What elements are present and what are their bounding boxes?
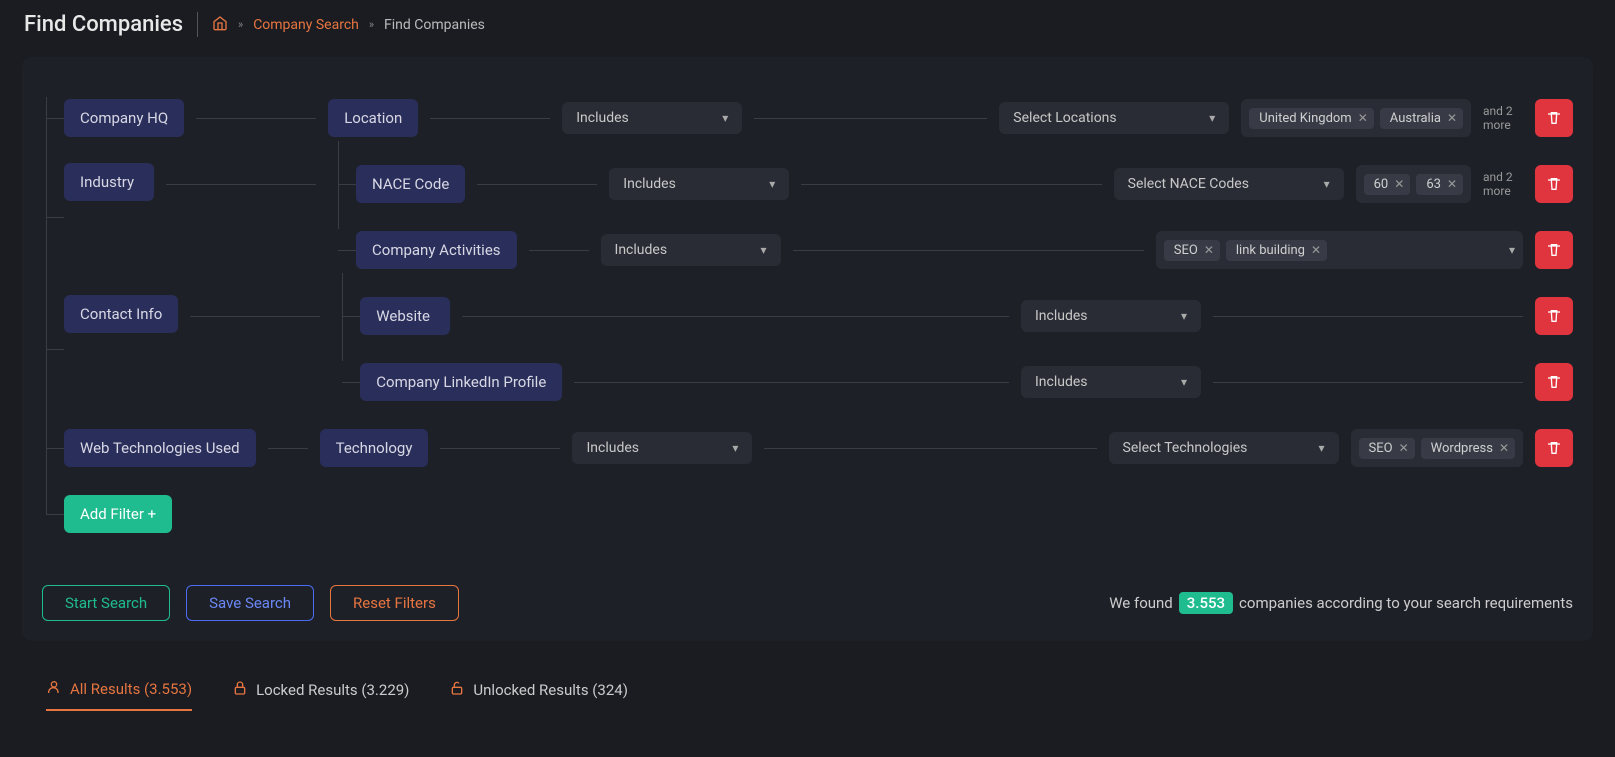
chevron-down-icon: ▾ — [1181, 309, 1187, 323]
filter-row-contact: Contact Info Website Includes▾ Company L… — [64, 295, 1573, 403]
breadcrumb-sep: » — [238, 18, 243, 31]
field-chip-activities: Company Activities — [356, 231, 517, 269]
start-search-button[interactable]: Start Search — [42, 585, 170, 621]
field-chip-nace: NACE Code — [356, 165, 465, 203]
group-chip-contact: Contact Info — [64, 295, 178, 333]
filter-row-linkedin: Company LinkedIn Profile Includes▾ — [360, 361, 1573, 403]
breadcrumb-sep: » — [369, 18, 374, 31]
group-chip-webtech: Web Technologies Used — [64, 429, 256, 467]
page-header: Find Companies » Company Search » Find C… — [0, 0, 1615, 49]
chevron-down-icon: ▾ — [1324, 177, 1330, 191]
results-tabs: All Results (3.553) Locked Results (3.22… — [0, 649, 1615, 711]
tag-seo: SEO✕ — [1359, 438, 1415, 459]
page-title: Find Companies — [24, 12, 198, 37]
breadcrumb-link[interactable]: Company Search — [253, 17, 359, 33]
delete-row-button[interactable] — [1535, 429, 1573, 467]
lock-icon — [232, 680, 248, 700]
field-chip-website: Website — [360, 297, 450, 335]
tag-seo: SEO✕ — [1164, 240, 1220, 261]
chevron-down-icon: ▾ — [732, 441, 738, 455]
delete-row-button[interactable] — [1535, 231, 1573, 269]
tag-au: Australia✕ — [1380, 108, 1463, 129]
remove-tag-icon[interactable]: ✕ — [1447, 177, 1457, 191]
save-search-button[interactable]: Save Search — [186, 585, 314, 621]
delete-row-button[interactable] — [1535, 363, 1573, 401]
remove-tag-icon[interactable]: ✕ — [1358, 111, 1368, 125]
location-tags[interactable]: United Kingdom✕ Australia✕ — [1241, 99, 1471, 137]
op-select-includes[interactable]: Includes ▾ — [562, 102, 742, 134]
field-chip-linkedin: Company LinkedIn Profile — [360, 363, 562, 401]
chevron-down-icon: ▾ — [1209, 111, 1215, 125]
filter-row-activities: Company Activities Includes▾ SEO✕ link b… — [356, 229, 1573, 271]
delete-row-button[interactable] — [1535, 165, 1573, 203]
add-filter-row: Add Filter + — [64, 493, 1573, 535]
nace-tags[interactable]: 60✕ 63✕ — [1356, 165, 1471, 203]
chevron-down-icon: ▾ — [1181, 375, 1187, 389]
remove-tag-icon[interactable]: ✕ — [1399, 441, 1409, 455]
unlock-icon — [449, 680, 465, 700]
op-select-includes[interactable]: Includes▾ — [1021, 300, 1201, 332]
chevron-down-icon: ▾ — [769, 177, 775, 191]
more-note: and 2 more — [1483, 170, 1523, 199]
filter-row-industry: Industry NACE Code Includes▾ Select NACE… — [64, 163, 1573, 271]
breadcrumb-current: Find Companies — [384, 17, 485, 33]
op-select-includes[interactable]: Includes▾ — [572, 432, 752, 464]
remove-tag-icon[interactable]: ✕ — [1447, 111, 1457, 125]
add-filter-button[interactable]: Add Filter + — [64, 495, 172, 533]
more-note: and 2 more — [1483, 104, 1523, 133]
activities-tags[interactable]: SEO✕ link building✕ ▾ — [1156, 231, 1523, 269]
tag-63: 63✕ — [1416, 174, 1463, 195]
remove-tag-icon[interactable]: ✕ — [1204, 243, 1214, 257]
tag-60: 60✕ — [1364, 174, 1411, 195]
filter-row-nace: NACE Code Includes▾ Select NACE Codes▾ 6… — [356, 163, 1573, 205]
results-count-badge: 3.553 — [1179, 592, 1233, 614]
chevron-down-icon: ▾ — [760, 243, 766, 257]
chevron-down-icon: ▾ — [722, 111, 728, 125]
field-chip-technology: Technology — [320, 429, 429, 467]
results-summary: We found 3.553 companies according to yo… — [1109, 592, 1573, 614]
location-select[interactable]: Select Locations ▾ — [999, 102, 1229, 134]
nace-select[interactable]: Select NACE Codes▾ — [1114, 168, 1344, 200]
field-chip-location: Location — [328, 99, 418, 137]
technology-select[interactable]: Select Technologies▾ — [1109, 432, 1339, 464]
home-icon[interactable] — [212, 15, 228, 35]
action-bar: Start Search Save Search Reset Filters W… — [42, 585, 1573, 621]
tab-locked-results[interactable]: Locked Results (3.229) — [232, 679, 409, 711]
person-icon — [46, 679, 62, 699]
op-select-includes[interactable]: Includes▾ — [1021, 366, 1201, 398]
remove-tag-icon[interactable]: ✕ — [1311, 243, 1321, 257]
filter-row-company-hq: Company HQ Location Includes ▾ Select Lo… — [64, 97, 1573, 139]
group-chip-company-hq: Company HQ — [64, 99, 184, 137]
filter-row-webtech: Web Technologies Used Technology Include… — [64, 427, 1573, 469]
delete-row-button[interactable] — [1535, 297, 1573, 335]
group-chip-industry: Industry — [64, 163, 154, 201]
filter-panel: Company HQ Location Includes ▾ Select Lo… — [22, 57, 1593, 641]
reset-filters-button[interactable]: Reset Filters — [330, 585, 459, 621]
tag-linkbuilding: link building✕ — [1226, 240, 1327, 261]
tab-all-results[interactable]: All Results (3.553) — [46, 679, 192, 711]
breadcrumb: » Company Search » Find Companies — [212, 15, 485, 35]
op-select-includes[interactable]: Includes▾ — [609, 168, 789, 200]
remove-tag-icon[interactable]: ✕ — [1394, 177, 1404, 191]
chevron-down-icon: ▾ — [1509, 243, 1515, 257]
technology-tags[interactable]: SEO✕ Wordpress✕ — [1351, 429, 1523, 467]
tag-wordpress: Wordpress✕ — [1421, 438, 1515, 459]
chevron-down-icon: ▾ — [1319, 441, 1325, 455]
delete-row-button[interactable] — [1535, 99, 1573, 137]
op-select-includes[interactable]: Includes▾ — [601, 234, 781, 266]
tab-unlocked-results[interactable]: Unlocked Results (324) — [449, 679, 628, 711]
tag-uk: United Kingdom✕ — [1249, 108, 1373, 129]
remove-tag-icon[interactable]: ✕ — [1499, 441, 1509, 455]
filter-row-website: Website Includes▾ — [360, 295, 1573, 337]
filter-tree: Company HQ Location Includes ▾ Select Lo… — [42, 97, 1573, 535]
